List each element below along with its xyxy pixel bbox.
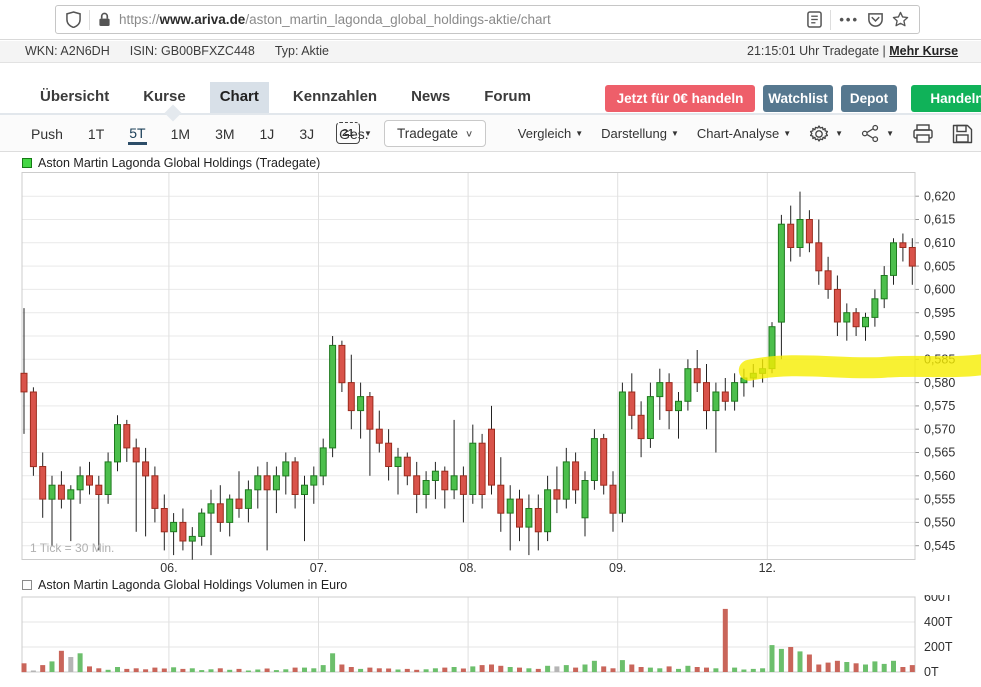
handeln-button[interactable]: Handeln [911, 85, 981, 112]
wkn-value: WKN: A2N6DH [25, 44, 110, 58]
divider [830, 10, 831, 30]
indicators-icon[interactable] [861, 124, 880, 143]
svg-text:0T: 0T [924, 665, 939, 679]
range-3j[interactable]: 3J [298, 124, 315, 144]
exchange-select[interactable]: Tradegate ∨ [384, 120, 486, 147]
svg-text:600T: 600T [924, 595, 953, 604]
chevron-down-icon: ▼ [575, 129, 583, 138]
range-5t[interactable]: 5T [128, 123, 146, 145]
series-swatch-green [22, 158, 32, 168]
printer-icon[interactable] [912, 124, 934, 144]
tab-forum[interactable]: Forum [474, 82, 541, 114]
svg-text:0,590: 0,590 [924, 329, 955, 343]
range-1m[interactable]: 1M [170, 124, 191, 144]
page-actions-icon[interactable]: ••• [839, 12, 859, 27]
isin-value: ISIN: GB00BFXZC448 [130, 44, 255, 58]
url-text: https://www.ariva.de/aston_martin_lagond… [119, 12, 799, 27]
chevron-down-icon: ▼ [671, 129, 679, 138]
svg-text:0,565: 0,565 [924, 446, 955, 460]
settings-gear-icon[interactable] [809, 124, 829, 144]
trade-promo-button[interactable]: Jetzt für 0€ handeln [605, 85, 755, 112]
svg-text:200T: 200T [924, 640, 953, 654]
url-domain: www.ariva.de [160, 12, 246, 27]
save-disk-icon[interactable] [952, 124, 973, 144]
chevron-down-icon: ▼ [783, 129, 791, 138]
svg-text:1 Tick = 30 Min.: 1 Tick = 30 Min. [30, 541, 114, 555]
tab-kennzahlen[interactable]: Kennzahlen [283, 82, 387, 114]
menu-chart-analyse[interactable]: Chart-Analyse▼ [697, 126, 791, 141]
svg-text:06.: 06. [160, 561, 177, 575]
watchlist-button[interactable]: Watchlist [763, 85, 833, 112]
series-swatch-volume [22, 580, 32, 590]
depot-button[interactable]: Depot [841, 85, 897, 112]
svg-text:0,560: 0,560 [924, 469, 955, 483]
tab-news[interactable]: News [401, 82, 460, 114]
svg-text:08.: 08. [459, 561, 476, 575]
more-quotes-link[interactable]: Mehr Kurse [889, 44, 958, 58]
svg-text:0,595: 0,595 [924, 306, 955, 320]
chevron-down-icon: ▼ [364, 129, 372, 138]
page-nav: Übersicht Kurse Chart Kennzahlen News Fo… [0, 82, 981, 114]
price-chart-legend: Aston Martin Lagonda Global Holdings (Tr… [22, 156, 320, 170]
price-chart-title: Aston Martin Lagonda Global Holdings (Tr… [38, 156, 320, 170]
url-path: /aston_martin_lagonda_global_holdings-ak… [245, 12, 550, 27]
nav-tabs: Übersicht Kurse Chart Kennzahlen News Fo… [30, 82, 541, 114]
svg-text:0,610: 0,610 [924, 236, 955, 250]
svg-text:400T: 400T [924, 615, 953, 629]
svg-text:0,620: 0,620 [924, 189, 955, 203]
bookmark-star-icon[interactable] [892, 11, 909, 28]
calendar-icon[interactable]: 21 [336, 122, 360, 144]
svg-text:0,615: 0,615 [924, 213, 955, 227]
lock-icon[interactable] [98, 12, 111, 27]
menu-vergleich[interactable]: Vergleich▼ [518, 126, 583, 141]
chevron-down-icon: ∨ [465, 128, 473, 138]
svg-text:0,555: 0,555 [924, 492, 955, 506]
highlighter-annotation [749, 364, 981, 370]
tab-kurse[interactable]: Kurse [133, 82, 196, 114]
svg-text:09.: 09. [609, 561, 626, 575]
tab-uebersicht[interactable]: Übersicht [30, 82, 119, 114]
svg-text:0,550: 0,550 [924, 516, 955, 530]
svg-text:0,545: 0,545 [924, 539, 955, 553]
volume-chart-title: Aston Martin Lagonda Global Holdings Vol… [38, 578, 347, 592]
type-value: Typ: Aktie [275, 44, 329, 58]
range-1j[interactable]: 1J [259, 124, 276, 144]
browser-chrome: https://www.ariva.de/aston_martin_lagond… [0, 0, 981, 40]
svg-text:12.: 12. [759, 561, 776, 575]
chevron-down-icon[interactable]: ▼ [835, 129, 843, 138]
svg-text:0,570: 0,570 [924, 422, 955, 436]
chart-toolbar: Push 1T 5T 1M 3M 1J 3J Ges. 21 ▼ Tradega… [0, 115, 981, 152]
range-3m[interactable]: 3M [214, 124, 235, 144]
svg-text:0,605: 0,605 [924, 259, 955, 273]
volume-chart-legend: Aston Martin Lagonda Global Holdings Vol… [22, 578, 347, 592]
volume-chart-canvas: 0T 200T 400T 600T [0, 595, 981, 687]
tab-chart[interactable]: Chart [210, 82, 269, 114]
range-selector: Push 1T 5T 1M 3M 1J 3J Ges. [30, 115, 370, 152]
range-1t[interactable]: 1T [87, 124, 105, 144]
quote-timestamp: 21:15:01 Uhr Tradegate [747, 44, 879, 58]
chevron-down-icon[interactable]: ▼ [886, 129, 894, 138]
svg-text:0,575: 0,575 [924, 399, 955, 413]
svg-text:07.: 07. [310, 561, 327, 575]
price-chart-canvas[interactable]: 0,545 0,550 0,555 0,560 0,565 0,570 0,575 0,580… [0, 172, 981, 578]
shield-icon[interactable] [66, 11, 81, 28]
reader-mode-icon[interactable] [807, 11, 822, 28]
range-push[interactable]: Push [30, 124, 64, 144]
svg-text:0,600: 0,600 [924, 283, 955, 297]
divider [89, 10, 90, 30]
menu-darstellung[interactable]: Darstellung▼ [601, 126, 679, 141]
pocket-icon[interactable] [867, 11, 884, 28]
exchange-select-value: Tradegate [397, 126, 458, 141]
url-scheme: https:// [119, 12, 160, 27]
svg-text:0,580: 0,580 [924, 376, 955, 390]
instrument-info-bar: WKN: A2N6DH ISIN: GB00BFXZC448 Typ: Akti… [0, 41, 981, 63]
date-picker[interactable]: 21 ▼ [336, 122, 372, 144]
url-bar[interactable]: https://www.ariva.de/aston_martin_lagond… [55, 5, 920, 34]
